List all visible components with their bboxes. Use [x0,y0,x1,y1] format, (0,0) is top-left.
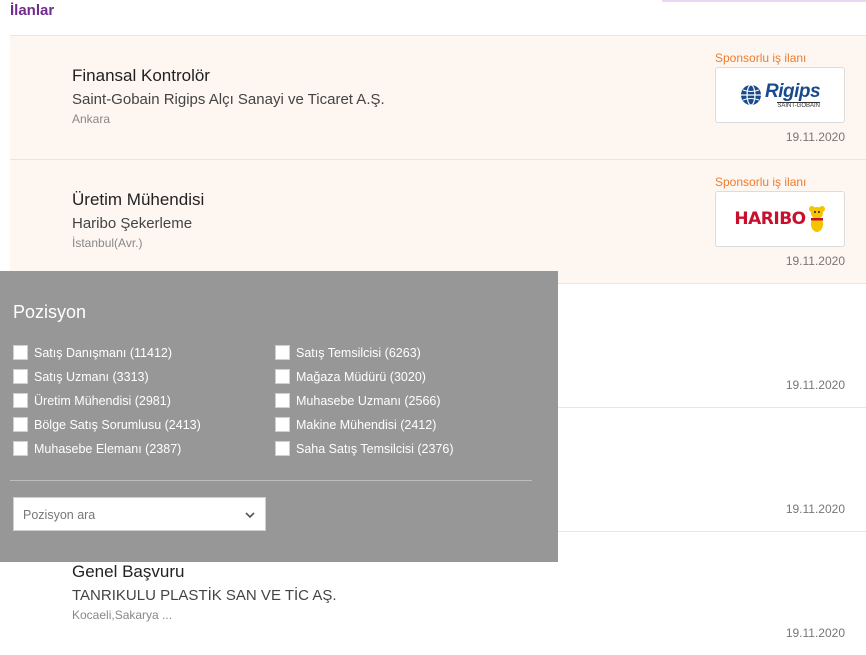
job-location: Ankara [72,112,111,126]
filter-title: Pozisyon [13,302,87,322]
checkbox-icon[interactable] [13,441,28,456]
filter-option-label: Satış Danışmanı (11412) [34,345,173,360]
position-filter-panel: Pozisyon Satış Danışmanı (11412) Satış U… [0,271,558,562]
filter-option-label: Saha Satış Temsilcisi (2376) [296,441,454,456]
gummy-bear-icon [808,206,825,232]
section-title: İlanlar [10,2,55,19]
checkbox-icon[interactable] [13,345,28,360]
filter-option[interactable]: Muhasebe Uzmanı (2566) [275,393,441,408]
globe-icon [740,84,761,106]
filter-option-label: Üretim Mühendisi (2981) [34,393,171,408]
checkbox-icon[interactable] [275,417,290,432]
checkbox-icon[interactable] [275,369,290,384]
filter-option-label: Makine Mühendisi (2412) [296,417,437,432]
checkbox-icon[interactable] [13,393,28,408]
job-card[interactable]: Üretim Mühendisi Haribo Şekerleme İstanb… [10,159,866,283]
filter-option[interactable]: Muhasebe Elemanı (2387) [13,441,181,456]
logo-wordmark: HARIBO [734,209,806,229]
logo-subtext: SAINT-GOBAIN [777,101,821,109]
posted-date: 19.11.2020 [785,254,845,268]
posted-date: 19.11.2020 [785,130,845,144]
checkbox-icon[interactable] [13,417,28,432]
filter-option[interactable]: Satış Uzmanı (3313) [13,369,149,384]
filter-option[interactable]: Üretim Mühendisi (2981) [13,393,171,408]
haribo-logo: HARIBO [734,205,825,233]
company-logo[interactable]: Rigips SAINT-GOBAIN [715,67,845,123]
job-location: Kocaeli,Sakarya ... [72,608,173,622]
header-accent-bar [662,0,866,2]
rigips-logo: Rigips SAINT-GOBAIN [740,80,821,109]
filter-option[interactable]: Satış Danışmanı (11412) [13,345,172,360]
filter-option-label: Muhasebe Elemanı (2387) [34,441,182,456]
position-search-placeholder: Pozisyon ara [23,508,96,522]
filter-option-label: Muhasebe Uzmanı (2566) [296,393,441,408]
company-name: Saint-Gobain Rigips Alçı Sanayi ve Ticar… [72,91,385,108]
job-card[interactable]: Finansal Kontrolör Saint-Gobain Rigips A… [10,35,866,159]
filter-divider [10,480,532,481]
filter-option-label: Mağaza Müdürü (3020) [296,369,426,384]
filter-option-label: Bölge Satış Sorumlusu (2413) [34,417,201,432]
filter-option[interactable]: Saha Satış Temsilcisi (2376) [275,441,453,456]
checkbox-icon[interactable] [13,369,28,384]
checkbox-icon[interactable] [275,393,290,408]
position-search-select[interactable]: Pozisyon ara [13,497,266,531]
posted-date: 19.11.2020 [785,378,845,392]
sponsored-label: Sponsorlu iş ilanı [715,51,807,65]
filter-option[interactable]: Mağaza Müdürü (3020) [275,369,426,384]
posted-date: 19.11.2020 [785,502,845,516]
company-name: Haribo Şekerleme [72,215,193,232]
filter-option[interactable]: Makine Mühendisi (2412) [275,417,436,432]
checkbox-icon[interactable] [275,441,290,456]
posted-date: 19.11.2020 [785,626,845,640]
filter-option[interactable]: Satış Temsilcisi (6263) [275,345,421,360]
checkbox-icon[interactable] [275,345,290,360]
filter-option[interactable]: Bölge Satış Sorumlusu (2413) [13,417,201,432]
filter-option-label: Satış Uzmanı (3313) [34,369,149,384]
job-title[interactable]: Genel Başvuru [72,562,184,582]
job-title[interactable]: Finansal Kontrolör [72,66,210,86]
job-location: İstanbul(Avr.) [72,236,143,250]
chevron-down-icon[interactable] [243,508,257,522]
company-name: TANRIKULU PLASTİK SAN VE TİC AŞ. [72,587,337,604]
sponsored-label: Sponsorlu iş ilanı [715,175,807,189]
company-logo[interactable]: HARIBO [715,191,845,247]
job-title[interactable]: Üretim Mühendisi [72,190,204,210]
logo-wordmark: Rigips [764,80,821,102]
filter-option-label: Satış Temsilcisi (6263) [296,345,421,360]
